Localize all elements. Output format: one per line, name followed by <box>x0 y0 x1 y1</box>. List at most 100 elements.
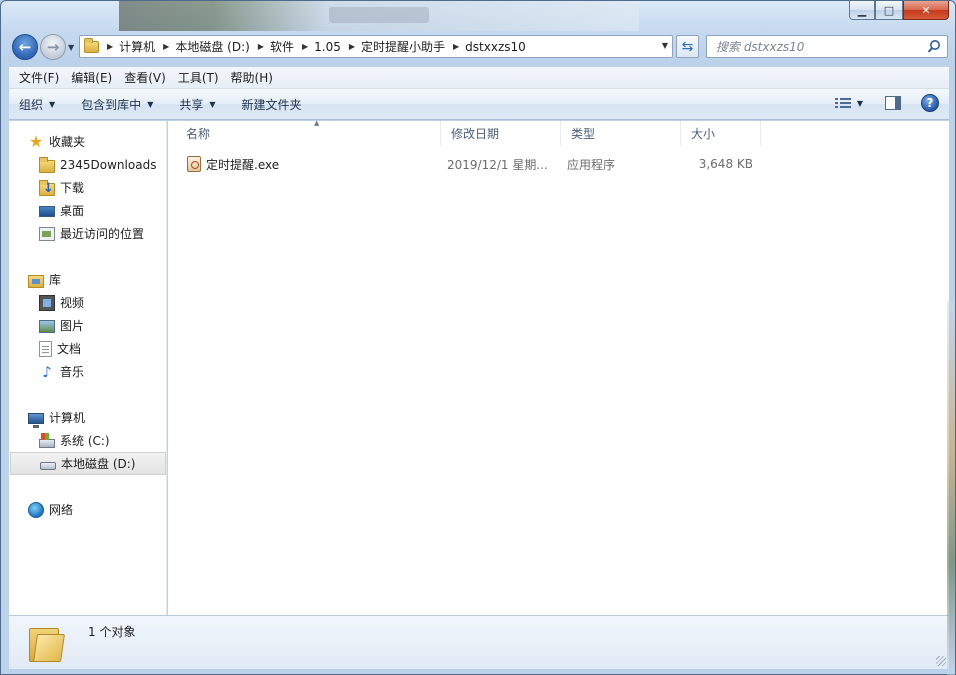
column-header-type[interactable]: 类型 <box>561 121 681 146</box>
nav-network-label: 网络 <box>49 503 74 517</box>
maximize-button[interactable]: □ <box>875 1 903 20</box>
menu-edit[interactable]: 编辑(E) <box>66 69 117 86</box>
organize-button[interactable]: 组织 ▼ <box>19 96 55 113</box>
address-bar[interactable]: ▶ 计算机 ▶ 本地磁盘 (D:) ▶ 软件 ▶ 1.05 ▶ 定时提醒小助手 … <box>79 35 673 58</box>
star-icon: ★ <box>28 131 44 151</box>
breadcrumb-separator-icon[interactable]: ▶ <box>163 42 169 51</box>
breadcrumb-separator-icon[interactable]: ▶ <box>349 42 355 51</box>
nav-item-label: 系统 (C:) <box>60 434 110 448</box>
library-icon <box>28 274 44 288</box>
nav-libraries[interactable]: 库 <box>9 268 167 291</box>
close-button[interactable]: ✕ <box>903 1 949 20</box>
document-icon <box>39 340 52 357</box>
downloads-folder-icon <box>39 179 55 196</box>
nav-item-pictures[interactable]: 图片 <box>9 314 167 337</box>
view-controls: ▼ ? <box>834 94 939 112</box>
column-header-date[interactable]: 修改日期 <box>441 121 561 146</box>
nav-item-music[interactable]: ♪ 音乐 <box>9 360 167 383</box>
breadcrumb-separator-icon[interactable]: ▶ <box>453 42 459 51</box>
search-input[interactable]: 搜索 dstxxzs10 <box>706 35 948 58</box>
breadcrumb-computer[interactable]: 计算机 <box>119 38 155 55</box>
nav-favorites[interactable]: ★ 收藏夹 <box>9 130 167 153</box>
search-icon[interactable] <box>927 39 941 54</box>
folder-icon <box>29 624 65 662</box>
sort-ascending-icon: ▲ <box>314 119 320 127</box>
column-date-label: 修改日期 <box>451 127 500 141</box>
menu-tools[interactable]: 工具(T) <box>173 69 224 86</box>
file-type: 应用程序 <box>567 157 616 172</box>
file-modified-cell: 2019/12/1 星期... <box>447 153 548 175</box>
nav-item-drive-d[interactable]: 本地磁盘 (D:) <box>10 452 166 475</box>
file-name-cell[interactable]: 定时提醒.exe <box>187 153 279 175</box>
share-button[interactable]: 共享 ▼ <box>179 96 215 113</box>
nav-item-documents[interactable]: 文档 <box>9 337 167 360</box>
application-icon <box>187 156 201 172</box>
file-row[interactable]: 定时提醒.exe 2019/12/1 星期... 应用程序 3,648 KB <box>168 153 768 175</box>
nav-item-label: 图片 <box>60 319 85 333</box>
background-window-edge <box>947 301 955 675</box>
desktop-icon <box>39 206 55 217</box>
include-in-library-label: 包含到库中 <box>81 97 142 112</box>
menu-help[interactable]: 帮助(H) <box>226 69 278 86</box>
breadcrumb-drive-d[interactable]: 本地磁盘 (D:) <box>175 38 249 55</box>
back-arrow-icon: ← <box>18 38 32 56</box>
breadcrumb-version[interactable]: 1.05 <box>314 40 341 54</box>
breadcrumb-app-folder[interactable]: 定时提醒小助手 <box>361 38 445 55</box>
picture-icon <box>39 320 55 333</box>
new-folder-label: 新建文件夹 <box>241 97 302 112</box>
refresh-button[interactable]: ⇆ <box>676 35 699 58</box>
favorites-group: ★ 收藏夹 2345Downloads 下载 桌面 最近访问的位置 <box>9 130 167 245</box>
new-folder-button[interactable]: 新建文件夹 <box>242 96 302 113</box>
nav-libraries-label: 库 <box>49 273 62 287</box>
back-button[interactable]: ← <box>12 34 38 60</box>
recent-pages-dropdown[interactable]: ▼ <box>68 43 74 52</box>
column-name-label: 名称 <box>186 127 211 141</box>
video-icon <box>39 294 55 311</box>
breadcrumb-software[interactable]: 软件 <box>270 38 294 55</box>
nav-item-drive-c[interactable]: 系统 (C:) <box>9 429 167 452</box>
breadcrumb-current-folder[interactable]: dstxxzs10 <box>465 40 526 54</box>
window-title <box>329 7 429 23</box>
nav-favorites-label: 收藏夹 <box>49 135 86 149</box>
nav-item-label: 2345Downloads <box>60 157 157 172</box>
nav-network[interactable]: 网络 <box>9 498 167 521</box>
nav-item-recent-places[interactable]: 最近访问的位置 <box>9 222 167 245</box>
music-note-icon: ♪ <box>42 362 52 381</box>
breadcrumb-separator-icon[interactable]: ▶ <box>258 42 264 51</box>
nav-item-label: 文档 <box>57 342 82 356</box>
help-icon[interactable]: ? <box>921 94 939 112</box>
resize-grip[interactable] <box>936 656 946 666</box>
menu-file[interactable]: 文件(F) <box>14 69 64 86</box>
caption-buttons: ▁ □ ✕ <box>849 1 949 20</box>
nav-item-label: 桌面 <box>60 204 85 218</box>
forward-arrow-icon: → <box>46 38 60 56</box>
refresh-icon: ⇆ <box>681 38 694 55</box>
nav-item-downloads[interactable]: 下载 <box>9 176 167 199</box>
chevron-down-icon: ▼ <box>209 99 216 109</box>
column-header-name[interactable]: 名称 ▲ <box>176 119 441 146</box>
include-in-library-button[interactable]: 包含到库中 ▼ <box>81 96 153 113</box>
breadcrumb-separator-icon[interactable]: ▶ <box>302 42 308 51</box>
preview-pane-icon[interactable] <box>885 96 901 110</box>
column-size-label: 大小 <box>691 127 716 141</box>
file-size: 3,648 KB <box>698 157 753 171</box>
nav-computer[interactable]: 计算机 <box>9 406 167 429</box>
breadcrumb-separator-icon[interactable]: ▶ <box>107 42 113 51</box>
folder-icon <box>39 156 55 173</box>
organize-label: 组织 <box>19 97 44 112</box>
address-dropdown-icon[interactable]: ▼ <box>662 41 668 50</box>
minimize-button[interactable]: ▁ <box>849 1 875 20</box>
nav-item-label: 视频 <box>60 296 85 310</box>
libraries-group: 库 视频 图片 文档 ♪ 音乐 <box>9 268 167 383</box>
chevron-down-icon: ▼ <box>147 99 154 109</box>
nav-item-videos[interactable]: 视频 <box>9 291 167 314</box>
menu-view[interactable]: 查看(V) <box>119 69 171 86</box>
column-header-size[interactable]: 大小 <box>681 121 761 146</box>
hard-drive-icon <box>40 462 56 470</box>
network-group: 网络 <box>9 498 167 521</box>
nav-item-desktop[interactable]: 桌面 <box>9 199 167 222</box>
change-view-icon[interactable] <box>834 97 851 109</box>
nav-item-2345downloads[interactable]: 2345Downloads <box>9 153 167 176</box>
view-options-chevron-icon[interactable]: ▼ <box>857 99 863 108</box>
forward-button[interactable]: → <box>40 34 66 60</box>
